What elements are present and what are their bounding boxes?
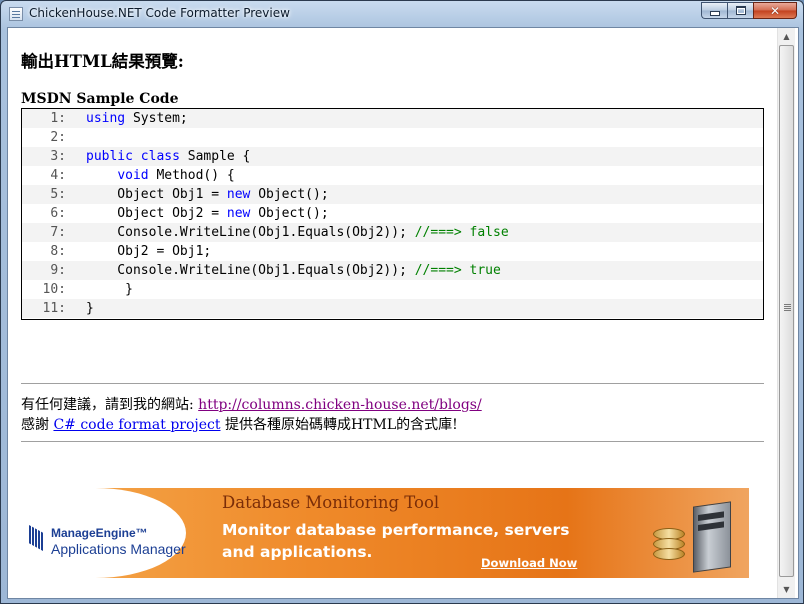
- website-link[interactable]: http://columns.chicken-house.net/blogs/: [198, 397, 482, 413]
- code-keyword: public: [86, 149, 133, 164]
- code-line: 8: Obj2 = Obj1;: [22, 242, 763, 261]
- maximize-button[interactable]: [727, 2, 753, 19]
- line-number: 11:: [42, 301, 66, 316]
- line-number: 2:: [50, 130, 66, 145]
- code-line: 7: Console.WriteLine(Obj1.Equals(Obj2));…: [22, 223, 763, 242]
- grip-icon: [784, 304, 791, 305]
- thanks-suffix: 提供各種原始碼轉成HTML的含式庫!: [220, 417, 458, 433]
- code-comment: //===> false: [414, 225, 509, 240]
- code-token: Object();: [250, 187, 329, 202]
- code-token: Method() {: [148, 168, 235, 183]
- ad-banner[interactable]: ManageEngine™ Applications Manager Datab…: [21, 488, 749, 578]
- code-text: Obj2 = Obj1;: [66, 242, 211, 261]
- code-token: Obj2 = Obj1;: [86, 244, 212, 259]
- code-text: }: [66, 299, 94, 318]
- code-text: using System;: [66, 109, 188, 128]
- code-line: 3: public class Sample {: [22, 147, 763, 166]
- line-number: 5:: [50, 187, 66, 202]
- code-text: Console.WriteLine(Obj1.Equals(Obj2)); //…: [66, 223, 509, 242]
- minimize-button[interactable]: [701, 2, 727, 19]
- code-token: Object Obj1 =: [86, 187, 227, 202]
- database-disk-3: [653, 548, 685, 560]
- code-text: Console.WriteLine(Obj1.Equals(Obj2)); //…: [66, 261, 501, 280]
- maximize-icon: [735, 6, 746, 15]
- line-number: 6:: [50, 206, 66, 221]
- code-line: 10: }: [22, 280, 763, 299]
- page-heading: 輸出HTML結果預覽:: [21, 52, 184, 71]
- code-text: }: [66, 280, 133, 299]
- code-block: 1: using System; 2: 3: public class Sample {…: [21, 108, 764, 320]
- code-token: Object Obj2 =: [86, 206, 227, 221]
- code-token: Object();: [250, 206, 329, 221]
- code-token: }: [86, 301, 94, 316]
- code-caption: MSDN Sample Code: [21, 91, 179, 107]
- project-link[interactable]: C# code format project: [53, 417, 220, 433]
- line-number: 8:: [50, 244, 66, 259]
- line-number: 3:: [50, 149, 66, 164]
- minimize-icon: [709, 10, 720, 16]
- code-token: Console.WriteLine(Obj1.Equals(Obj2));: [86, 225, 415, 240]
- ad-product: Applications Manager: [51, 541, 186, 557]
- caption-buttons: ✕: [701, 2, 797, 20]
- code-text: void Method() {: [66, 166, 235, 185]
- thanks-line: 感謝 C# code format project 提供各種原始碼轉成HTML的…: [21, 414, 458, 434]
- download-now-link[interactable]: Download Now: [481, 556, 577, 570]
- thanks-prefix: 感謝: [21, 417, 54, 433]
- browser-view: 輸出HTML結果預覽: MSDN Sample Code 1: using Sys…: [7, 27, 799, 599]
- code-line: 4: void Method() {: [22, 166, 763, 185]
- code-token: }: [86, 282, 133, 297]
- suggestion-text: 有任何建議，請到我的網站:: [21, 397, 199, 413]
- code-token: Console.WriteLine(Obj1.Equals(Obj2));: [86, 263, 415, 278]
- divider-top: [21, 383, 764, 384]
- line-number: 7:: [50, 225, 66, 240]
- line-number: 1:: [50, 111, 66, 126]
- code-text: Object Obj1 = new Object();: [66, 185, 329, 204]
- scroll-down-arrow-icon[interactable]: ▼: [779, 581, 794, 598]
- code-keyword: new: [226, 206, 251, 221]
- code-token: System;: [125, 111, 188, 126]
- code-line: 2:: [22, 128, 763, 147]
- divider-bottom: [21, 441, 764, 442]
- window-app-icon[interactable]: [9, 7, 23, 21]
- code-line: 6: Object Obj2 = new Object();: [22, 204, 763, 223]
- code-line: 1: using System;: [22, 109, 763, 128]
- code-line: 11:}: [22, 299, 763, 318]
- line-number: 4:: [50, 168, 66, 183]
- vertical-scrollbar[interactable]: ▲ ▼: [777, 28, 795, 598]
- database-icon: [653, 528, 685, 568]
- scroll-up-arrow-icon[interactable]: ▲: [779, 28, 794, 45]
- scroll-thumb[interactable]: [779, 45, 794, 577]
- code-keyword: void: [117, 168, 149, 183]
- suggestion-line: 有任何建議，請到我的網站: http://columns.chicken-hou…: [21, 394, 482, 414]
- code-text: public class Sample {: [66, 147, 250, 166]
- code-comment: //===> true: [414, 263, 501, 278]
- code-keyword: using: [86, 111, 126, 126]
- code-keyword: new: [226, 187, 251, 202]
- window-title: ChickenHouse.NET Code Formatter Preview: [29, 6, 290, 20]
- line-number: 10:: [42, 282, 66, 297]
- code-line: 5: Object Obj1 = new Object();: [22, 185, 763, 204]
- server-icon: [693, 501, 731, 573]
- ad-brand: ManageEngine™: [51, 526, 148, 540]
- preview-window: ChickenHouse.NET Code Formatter Preview …: [0, 0, 804, 604]
- code-text: Object Obj2 = new Object();: [66, 204, 329, 223]
- line-number: 9:: [50, 263, 66, 278]
- code-token: Sample {: [179, 149, 251, 164]
- ad-title: Database Monitoring Tool: [222, 493, 440, 512]
- title-bar[interactable]: ChickenHouse.NET Code Formatter Preview …: [1, 1, 803, 27]
- code-line: 9: Console.WriteLine(Obj1.Equals(Obj2));…: [22, 261, 763, 280]
- code-keyword: class: [140, 149, 180, 164]
- preview-content: 輸出HTML結果預覽: MSDN Sample Code 1: using Sys…: [8, 28, 777, 598]
- close-icon: ✕: [769, 3, 781, 18]
- close-button[interactable]: ✕: [753, 2, 797, 19]
